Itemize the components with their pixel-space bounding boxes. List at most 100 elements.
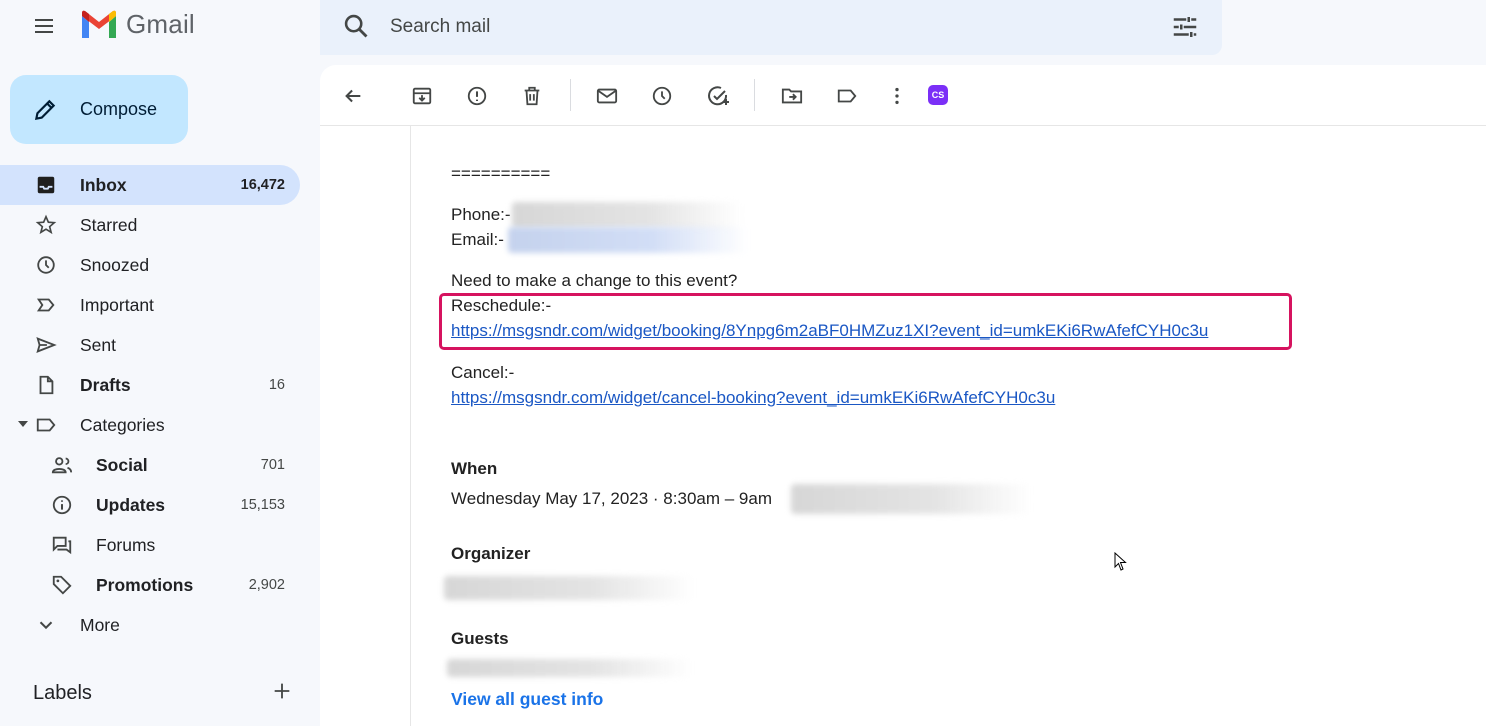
toolbar-divider	[754, 79, 755, 111]
snooze-button[interactable]	[647, 81, 677, 111]
info-icon	[50, 493, 74, 517]
send-icon	[34, 333, 58, 357]
sidebar-item-label: Drafts	[80, 374, 131, 395]
draft-icon	[34, 373, 58, 397]
message-panel: CS ========== Phone:- Email:- Need to ma…	[320, 65, 1486, 726]
chevron-down-icon	[34, 613, 58, 637]
draft-count: 16	[268, 377, 285, 393]
sidebar-item-drafts[interactable]: Drafts 16	[0, 365, 300, 405]
create-label-button[interactable]	[271, 680, 293, 707]
labels-section: Labels	[33, 680, 293, 707]
plus-icon	[274, 683, 290, 699]
search-input[interactable]	[390, 12, 1150, 42]
redacted-organizer	[444, 576, 694, 600]
sidebar-item-label: Categories	[80, 414, 165, 435]
content-divider	[410, 126, 411, 726]
when-heading: When	[451, 459, 498, 478]
move-to-icon	[781, 88, 803, 104]
redacted-phone	[512, 202, 742, 228]
sidebar-item-more[interactable]: More	[0, 605, 300, 645]
people-icon	[50, 453, 74, 477]
unread-count: 16,472	[240, 177, 285, 193]
clock-icon	[34, 253, 58, 277]
mark-unread-button[interactable]	[592, 81, 622, 111]
label-icon	[34, 413, 58, 437]
sidebar-item-promotions[interactable]: Promotions 2,902	[0, 565, 300, 605]
tag-icon	[50, 573, 74, 597]
app-name: Gmail	[126, 9, 195, 39]
add-task-button[interactable]	[703, 81, 733, 111]
more-icon	[895, 87, 899, 105]
back-button[interactable]	[338, 81, 368, 111]
back-icon	[345, 89, 361, 103]
change-prompt: Need to make a change to this event?	[451, 271, 738, 290]
archive-button[interactable]	[407, 81, 437, 111]
menu-icon	[35, 19, 53, 33]
message-toolbar: CS	[320, 65, 1486, 126]
important-icon	[34, 293, 58, 317]
sidebar-item-categories[interactable]: Categories	[0, 405, 300, 445]
sidebar-item-sent[interactable]: Sent	[0, 325, 300, 365]
compose-button[interactable]: Compose	[10, 75, 188, 144]
search-icon[interactable]	[342, 12, 370, 45]
main-menu-button[interactable]	[24, 8, 64, 44]
pencil-icon	[34, 99, 56, 120]
sidebar-item-label: Forums	[96, 534, 156, 555]
forum-icon	[50, 533, 74, 557]
sidebar-item-label: Promotions	[96, 574, 194, 595]
add-task-icon	[708, 86, 729, 106]
redacted-guests	[447, 659, 692, 677]
more-options-button[interactable]	[882, 81, 912, 111]
delete-button[interactable]	[517, 81, 547, 111]
mouse-cursor-icon	[1114, 551, 1128, 577]
sidebar-nav: Inbox 16,472 Starred Snoozed Important S…	[0, 165, 300, 645]
cancel-label: Cancel:-	[451, 363, 515, 382]
sidebar-item-label: Important	[80, 294, 154, 315]
guests-heading: Guests	[451, 629, 509, 648]
snooze-icon	[652, 86, 672, 106]
report-spam-icon	[467, 86, 487, 106]
mark-unread-icon	[596, 88, 618, 104]
separator-text: ==========	[451, 164, 551, 183]
sidebar-item-starred[interactable]: Starred	[0, 205, 300, 245]
move-to-button[interactable]	[777, 81, 807, 111]
sidebar-item-label: More	[80, 614, 120, 635]
sidebar-item-label: Snoozed	[80, 254, 150, 275]
archive-icon	[412, 87, 432, 105]
inbox-icon	[34, 173, 58, 197]
sidebar-item-label: Starred	[80, 214, 138, 235]
compose-label: Compose	[80, 99, 158, 119]
sidebar-item-social[interactable]: Social 701	[0, 445, 300, 485]
cancel-link[interactable]: https://msgsndr.com/widget/cancel-bookin…	[451, 388, 1055, 407]
gmail-logo[interactable]: Gmail	[80, 9, 195, 40]
sidebar-item-label: Updates	[96, 494, 166, 515]
delete-icon	[524, 86, 540, 106]
email-label: Email:-	[451, 230, 504, 249]
redacted-timezone	[791, 484, 1031, 514]
sidebar-item-updates[interactable]: Updates 15,153	[0, 485, 300, 525]
toolbar-divider	[570, 79, 571, 111]
search-options-icon[interactable]	[1170, 12, 1200, 47]
extension-badge[interactable]: CS	[928, 85, 948, 105]
collapse-caret-icon[interactable]	[18, 421, 28, 427]
organizer-heading: Organizer	[451, 544, 531, 563]
highlight-box	[439, 293, 1292, 350]
sidebar-item-snoozed[interactable]: Snoozed	[0, 245, 300, 285]
sidebar-item-label: Social	[96, 454, 148, 475]
view-all-guests-link[interactable]: View all guest info	[451, 689, 603, 710]
labels-title: Labels	[33, 682, 92, 704]
sidebar-item-label: Sent	[80, 334, 116, 355]
phone-label: Phone:-	[451, 205, 511, 224]
sidebar-item-inbox[interactable]: Inbox 16,472	[0, 165, 300, 205]
sidebar-item-important[interactable]: Important	[0, 285, 300, 325]
sidebar-item-forums[interactable]: Forums	[0, 525, 300, 565]
sidebar-item-label: Inbox	[80, 174, 127, 195]
when-value: Wednesday May 17, 2023 · 8:30am – 9am	[451, 489, 772, 508]
redacted-email	[508, 227, 748, 253]
report-spam-button[interactable]	[462, 81, 492, 111]
labels-button[interactable]	[832, 81, 862, 111]
gmail-m-icon	[82, 10, 116, 38]
label-icon	[837, 89, 857, 103]
star-icon	[34, 213, 58, 237]
search-bar	[320, 0, 1222, 55]
